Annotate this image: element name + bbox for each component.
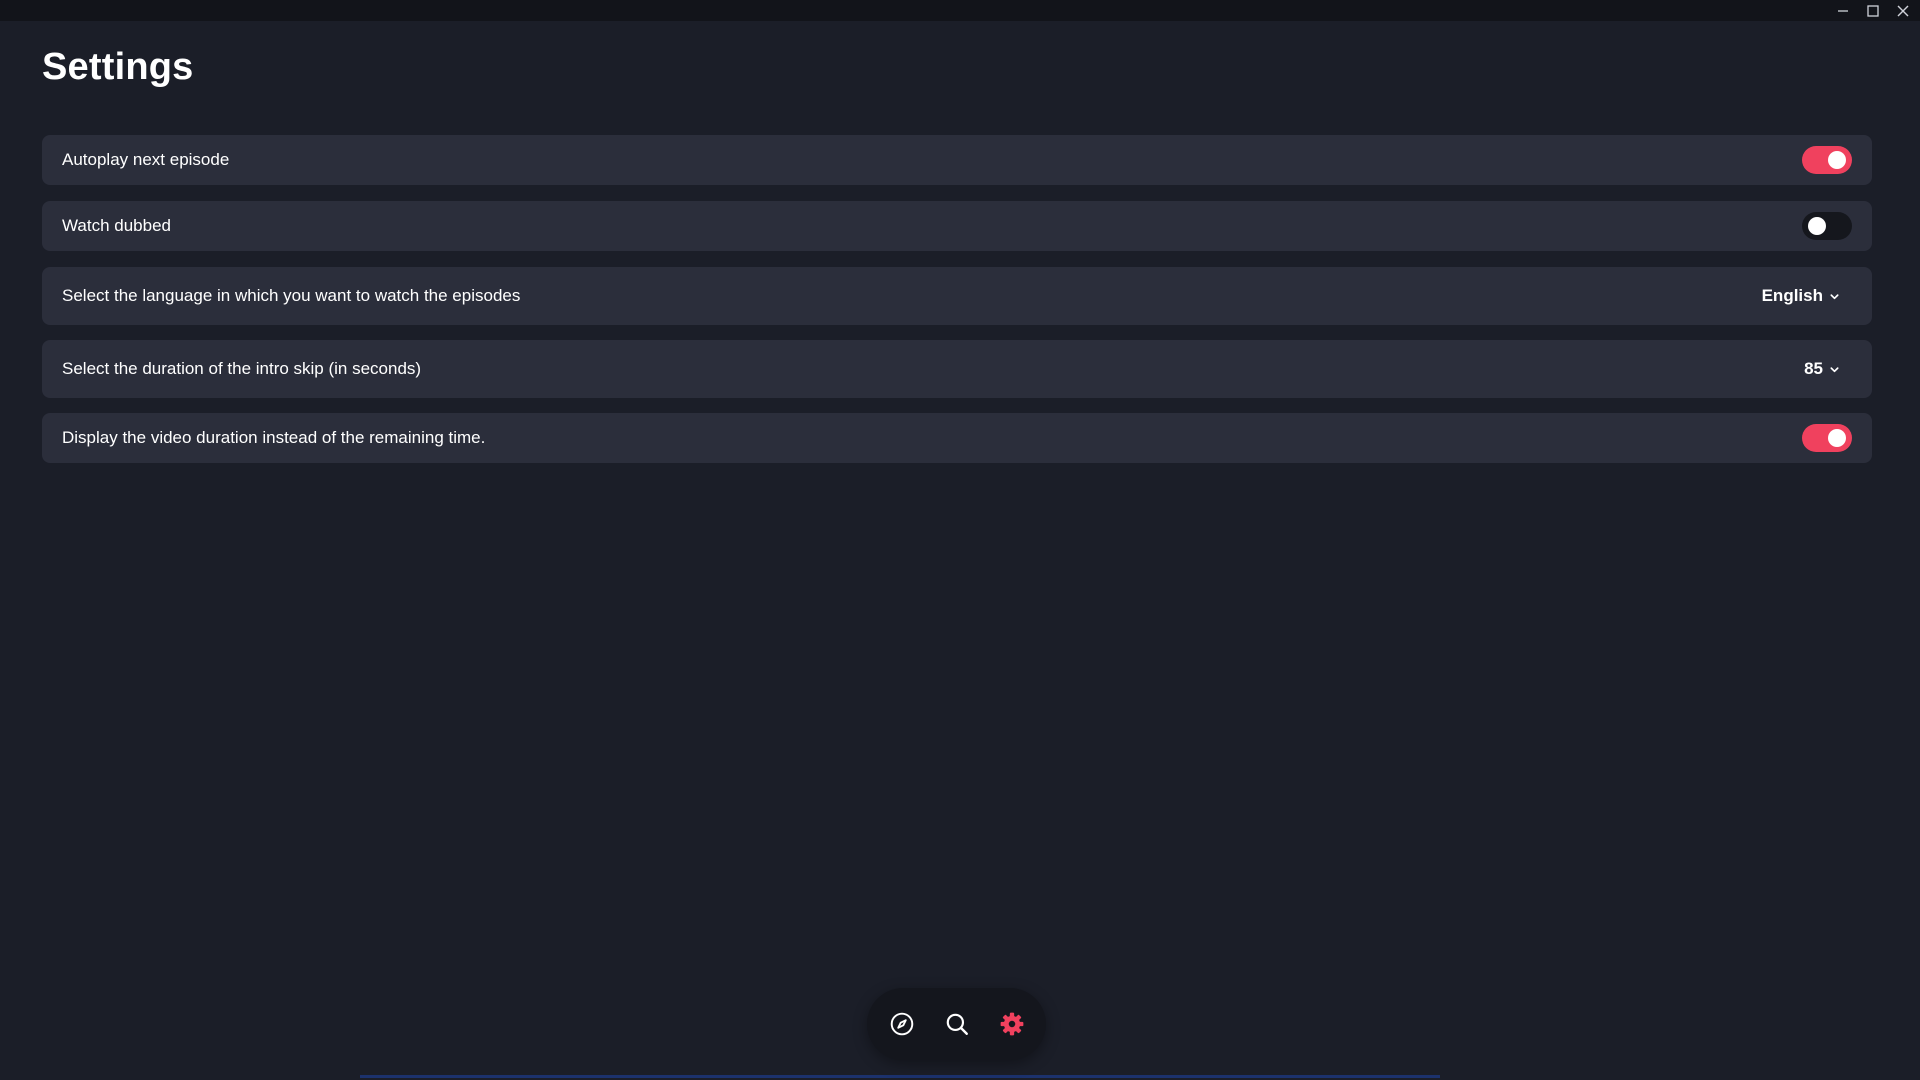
autoplay-label: Autoplay next episode: [62, 150, 230, 169]
toggle-knob: [1808, 217, 1826, 235]
autoplay-toggle[interactable]: [1802, 146, 1852, 174]
search-icon: [946, 1013, 968, 1035]
nav-search-button[interactable]: [940, 1008, 973, 1041]
settings-list: Autoplay next episode Watch dubbed Selec…: [42, 135, 1872, 479]
window-controls: [1834, 0, 1912, 21]
setting-row-dubbed: Watch dubbed: [42, 201, 1872, 251]
title-bar: [0, 0, 1920, 21]
compass-icon: [890, 1012, 913, 1036]
close-icon: [1897, 5, 1909, 16]
minimize-button[interactable]: [1834, 2, 1852, 20]
bottom-nav: [867, 988, 1046, 1060]
intro-skip-select[interactable]: 85: [1804, 359, 1852, 379]
nav-discover-button[interactable]: [885, 1008, 918, 1041]
close-button[interactable]: [1894, 2, 1912, 20]
intro-skip-value: 85: [1804, 359, 1823, 378]
maximize-icon: [1867, 4, 1879, 17]
taskbar-edge: [360, 1075, 1440, 1078]
gear-icon: [1000, 1012, 1023, 1036]
duration-display-label: Display the video duration instead of th…: [62, 428, 486, 447]
duration-display-toggle[interactable]: [1802, 424, 1852, 452]
setting-row-autoplay: Autoplay next episode: [42, 135, 1872, 185]
language-value: English: [1761, 286, 1823, 305]
nav-settings-button[interactable]: [995, 1008, 1028, 1041]
toggle-knob: [1828, 151, 1846, 169]
setting-row-intro-skip: Select the duration of the intro skip (i…: [42, 340, 1872, 398]
setting-row-language: Select the language in which you want to…: [42, 267, 1872, 325]
dubbed-toggle[interactable]: [1802, 212, 1852, 240]
language-select[interactable]: English: [1762, 286, 1852, 306]
intro-skip-label: Select the duration of the intro skip (i…: [62, 359, 422, 378]
chevron-down-icon: [1830, 366, 1839, 372]
page-title: Settings: [42, 46, 194, 88]
toggle-knob: [1828, 429, 1846, 447]
maximize-button[interactable]: [1864, 2, 1882, 20]
dubbed-label: Watch dubbed: [62, 216, 171, 235]
language-label: Select the language in which you want to…: [62, 286, 521, 305]
chevron-down-icon: [1830, 293, 1839, 299]
setting-row-duration-display: Display the video duration instead of th…: [42, 413, 1872, 463]
minimize-icon: [1838, 9, 1848, 12]
